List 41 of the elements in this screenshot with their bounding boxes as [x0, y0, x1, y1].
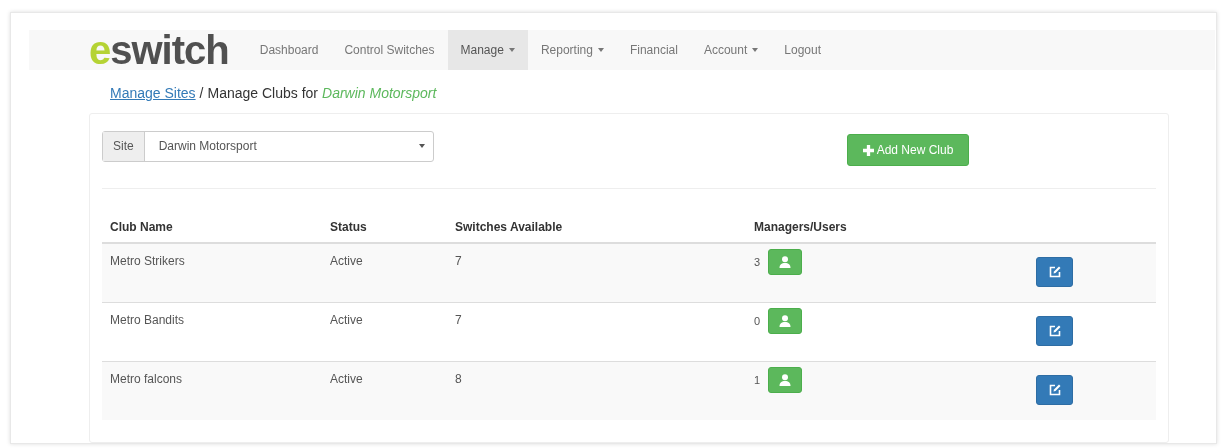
user-icon — [779, 256, 792, 268]
table-cell: 7 — [447, 243, 746, 303]
table-cell: 8 — [447, 361, 746, 420]
breadcrumb-link[interactable]: Manage Sites — [110, 85, 196, 101]
site-name: Darwin Motorsport — [322, 85, 437, 101]
user-count: 1 — [754, 374, 761, 386]
table-cell: Active — [322, 361, 447, 420]
users-button[interactable] — [768, 308, 803, 334]
user-icon — [779, 315, 792, 327]
select-label: Site — [103, 131, 145, 161]
breadcrumb-separator: / — [199, 85, 204, 101]
plus-icon — [862, 144, 874, 156]
caret-icon — [419, 144, 425, 148]
table-cell: Active — [322, 243, 447, 303]
site-select[interactable]: Site Darwin Motorsport — [102, 130, 434, 162]
add-club-button[interactable]: Add New Club — [847, 134, 969, 166]
nav-item[interactable]: Control Switches — [331, 30, 448, 70]
nav-item[interactable]: Logout — [771, 30, 834, 70]
breadcrumb-text: Manage Clubs for — [207, 85, 318, 101]
table-cell: Metro Bandits — [102, 302, 322, 362]
table-cell: Active — [322, 302, 447, 362]
edit-button[interactable] — [1036, 375, 1073, 405]
user-count: 0 — [754, 315, 761, 327]
nav-item[interactable]: Dashboard — [246, 30, 332, 70]
user-icon — [779, 374, 792, 386]
table-cell: 7 — [447, 302, 746, 362]
nav-item[interactable]: Account — [690, 30, 772, 70]
edit-button[interactable] — [1036, 316, 1073, 346]
table-cell: Metro falcons — [102, 361, 322, 420]
logo: eswitch — [89, 30, 229, 70]
nav-item[interactable]: Financial — [616, 30, 691, 70]
users-button[interactable] — [768, 367, 803, 393]
edit-icon — [1048, 384, 1061, 396]
edit-icon — [1048, 325, 1061, 337]
edit-button[interactable] — [1036, 257, 1073, 287]
nav-item[interactable]: Reporting — [527, 30, 617, 70]
users-button[interactable] — [768, 249, 803, 275]
nav-item[interactable]: Manage — [447, 30, 528, 70]
table-cell: Metro Strikers — [102, 243, 322, 303]
user-count: 3 — [754, 256, 761, 268]
edit-icon — [1048, 266, 1061, 278]
